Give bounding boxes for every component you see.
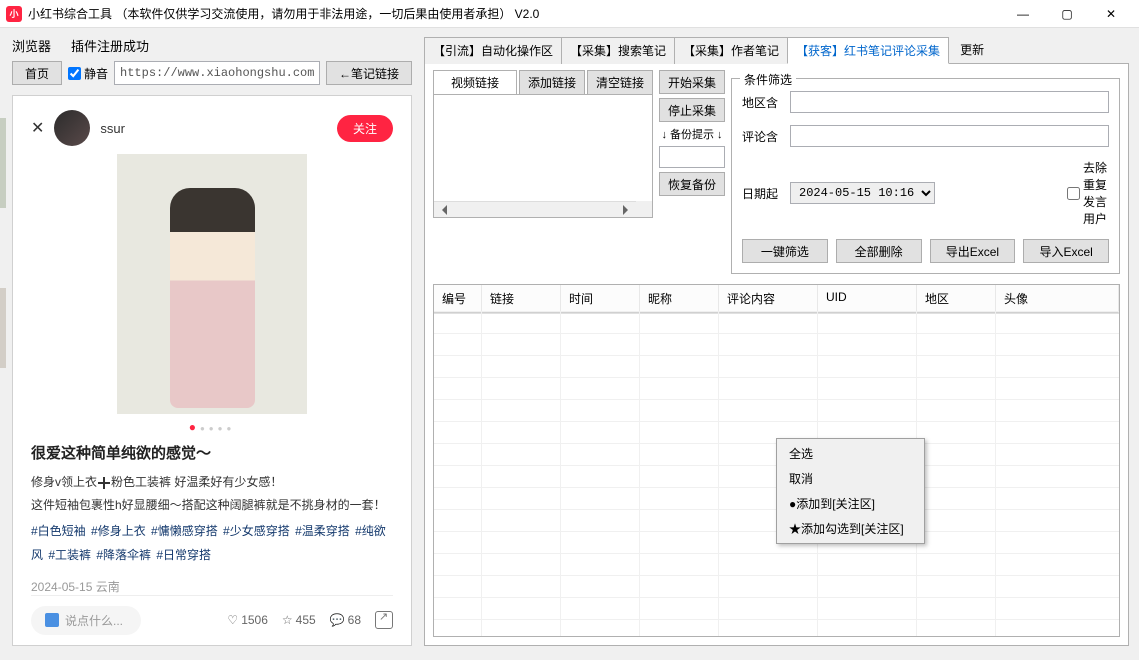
tag[interactable]: #日常穿搭 xyxy=(156,548,211,562)
post-title: 很爱这种简单纯欲的感觉～ xyxy=(31,442,393,463)
video-link-label: 视频链接 xyxy=(433,70,517,95)
window-title: 小红书综合工具 （本软件仅供学习交流使用，请勿用于非法用途，一切后果由使用者承担… xyxy=(28,5,1001,22)
comment-icon xyxy=(45,613,59,627)
restore-backup-button[interactable]: 恢复备份 xyxy=(659,172,725,196)
tag[interactable]: #白色短袖 xyxy=(31,524,89,538)
comment-input[interactable]: 说点什么... xyxy=(31,606,141,635)
col-avatar[interactable]: 头像 xyxy=(996,285,1119,313)
comment-label: 评论含 xyxy=(742,128,784,145)
menu-cancel[interactable]: 取消 xyxy=(779,466,922,491)
filter-title: 条件筛选 xyxy=(740,71,796,88)
browser-label: 浏览器 xyxy=(12,36,51,55)
col-link[interactable]: 链接 xyxy=(482,285,561,313)
video-link-list[interactable] xyxy=(433,94,653,218)
tab-search-notes[interactable]: 【采集】搜索笔记 xyxy=(561,37,675,64)
col-region[interactable]: 地区 xyxy=(917,285,996,313)
url-input[interactable] xyxy=(114,61,320,85)
mute-checkbox-input[interactable] xyxy=(68,67,81,80)
plugin-status-label: 插件注册成功 xyxy=(71,36,149,55)
username[interactable]: ssur xyxy=(100,121,327,136)
delete-all-button[interactable]: 全部删除 xyxy=(836,239,922,263)
tab-update[interactable]: 更新 xyxy=(948,37,996,64)
dedup-label: 去除重复发言用户 xyxy=(1083,159,1109,227)
maximize-button[interactable]: ▢ xyxy=(1045,0,1089,28)
menu-add-to-follow[interactable]: ●添加到[关注区] xyxy=(779,491,922,516)
backup-hint-label: ↓ 备份提示 ↓ xyxy=(659,126,725,142)
follow-button[interactable]: 关注 xyxy=(337,115,393,142)
date-select[interactable]: 2024-05-15 10:16:2 xyxy=(790,182,935,204)
close-button[interactable]: ✕ xyxy=(1089,0,1133,28)
region-input[interactable] xyxy=(790,91,1109,113)
decorative-edge xyxy=(0,88,6,660)
tag[interactable]: #工装裤 xyxy=(48,548,94,562)
col-id[interactable]: 编号 xyxy=(434,285,482,313)
tab-drainage[interactable]: 【引流】自动化操作区 xyxy=(424,37,562,64)
stop-collect-button[interactable]: 停止采集 xyxy=(659,98,725,122)
tag[interactable]: #慵懒感穿搭 xyxy=(151,524,221,538)
post-description: 修身v领上衣粉色工装裤 好温柔好有少女感！ 这件短袖包裹性h好显腰细～搭配这种阔… xyxy=(31,471,393,516)
tab-author-notes[interactable]: 【采集】作者笔记 xyxy=(674,37,788,64)
col-uid[interactable]: UID xyxy=(818,285,917,313)
app-icon: 小 xyxy=(6,6,22,22)
post-meta: 2024-05-15 云南 xyxy=(31,578,393,595)
carousel-dots[interactable]: ●●●●● xyxy=(31,420,393,434)
star-stat[interactable]: ☆455 xyxy=(282,613,316,627)
note-link-button[interactable]: ←笔记链接 xyxy=(326,61,412,85)
star-icon: ☆ xyxy=(282,613,293,627)
start-collect-button[interactable]: 开始采集 xyxy=(659,70,725,94)
menu-add-checked-to-follow[interactable]: ★添加勾选到[关注区] xyxy=(779,516,922,541)
person-placeholder xyxy=(170,188,255,408)
region-label: 地区含 xyxy=(742,94,784,111)
dedup-checkbox[interactable]: 去除重复发言用户 xyxy=(1067,159,1109,227)
filter-groupbox: 条件筛选 地区含 评论含 日期起 2024-05-15 10:1 xyxy=(731,78,1120,274)
avatar[interactable] xyxy=(54,110,90,146)
grid-header: 编号 链接 时间 昵称 评论内容 UID 地区 头像 xyxy=(434,285,1119,314)
comment-input-filter[interactable] xyxy=(790,125,1109,147)
date-label: 日期起 xyxy=(742,185,784,202)
context-menu: 全选 取消 ●添加到[关注区] ★添加勾选到[关注区] xyxy=(776,438,925,544)
minimize-button[interactable]: ― xyxy=(1001,0,1045,28)
filter-button[interactable]: 一键筛选 xyxy=(742,239,828,263)
title-bar: 小 小红书综合工具 （本软件仅供学习交流使用，请勿用于非法用途，一切后果由使用者… xyxy=(0,0,1139,28)
col-nick[interactable]: 昵称 xyxy=(640,285,719,313)
col-time[interactable]: 时间 xyxy=(561,285,640,313)
home-button[interactable]: 首页 xyxy=(12,61,62,85)
col-content[interactable]: 评论内容 xyxy=(719,285,818,313)
clear-link-button[interactable]: 清空链接 xyxy=(587,70,653,95)
mute-label: 静音 xyxy=(84,65,108,82)
bubble-icon: 💬 xyxy=(330,613,345,627)
tag[interactable]: #少女感穿搭 xyxy=(223,524,293,538)
export-excel-button[interactable]: 导出Excel xyxy=(930,239,1016,263)
menu-select-all[interactable]: 全选 xyxy=(779,441,922,466)
post-image[interactable] xyxy=(117,154,307,414)
tag[interactable]: #温柔穿搭 xyxy=(295,524,353,538)
tag[interactable]: #修身上衣 xyxy=(91,524,149,538)
import-excel-button[interactable]: 导入Excel xyxy=(1023,239,1109,263)
mute-checkbox[interactable]: 静音 xyxy=(68,65,108,82)
dedup-checkbox-input[interactable] xyxy=(1067,187,1080,200)
comment-placeholder: 说点什么... xyxy=(65,612,123,629)
browser-panel: ✕ ssur 关注 ●●●●● 很爱这种简单纯欲的感觉～ 修身v领上衣粉色工装裤… xyxy=(12,95,412,646)
add-link-button[interactable]: 添加链接 xyxy=(519,70,585,95)
scroll-corner xyxy=(636,201,652,217)
tag[interactable]: #降落伞裤 xyxy=(96,548,154,562)
tab-bar: 【引流】自动化操作区 【采集】搜索笔记 【采集】作者笔记 【获客】红书笔记评论采… xyxy=(424,36,1129,63)
backup-input[interactable] xyxy=(659,146,725,168)
post-tags[interactable]: #白色短袖 #修身上衣 #慵懒感穿搭 #少女感穿搭 #温柔穿搭 #纯欲风 #工装… xyxy=(31,520,393,568)
close-icon[interactable]: ✕ xyxy=(31,118,44,138)
data-grid[interactable]: 编号 链接 时间 昵称 评论内容 UID 地区 头像 全选 取消 ●添加到[关注… xyxy=(433,284,1120,637)
tab-comment-collect[interactable]: 【获客】红书笔记评论采集 xyxy=(787,37,949,64)
plus-icon xyxy=(97,476,111,490)
video-links-section: 视频链接 添加链接 清空链接 xyxy=(433,70,653,274)
like-stat[interactable]: ♡1506 xyxy=(227,613,267,627)
heart-icon: ♡ xyxy=(227,613,238,627)
comment-stat[interactable]: 💬68 xyxy=(330,613,361,627)
horizontal-scrollbar[interactable] xyxy=(434,201,636,217)
share-icon[interactable] xyxy=(375,611,393,629)
